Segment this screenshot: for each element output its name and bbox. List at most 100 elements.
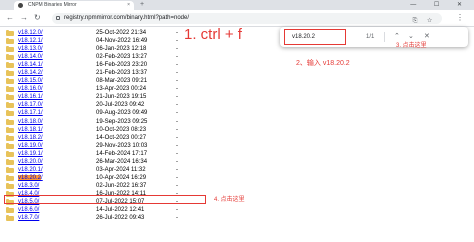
directory-link[interactable]: v18.13.0/ [18,45,43,53]
directory-link[interactable]: v18.20.0/ [18,158,43,166]
file-size: - [176,158,178,165]
folder-icon [6,62,14,69]
directory-link[interactable]: v18.12.0/ [18,29,43,37]
file-size: - [176,207,178,214]
directory-link[interactable]: v18.6.0/ [18,206,39,214]
directory-link[interactable]: v18.14.1/ [18,61,43,69]
modified-date: 26-Mar-2024 16:34 [96,158,148,165]
find-match-highlight: v18.20.2 [18,174,42,181]
folder-icon [6,166,14,173]
tab-title: CNPM Binaries Mirror [28,2,77,8]
file-size: - [176,94,178,101]
modified-date: 14-Feb-2024 17:17 [96,150,148,157]
modified-date: 26-Jul-2022 09:43 [96,215,145,222]
browser-toolbar: ← → ↻ registry.npmmirror.com/binary.html… [0,10,474,27]
result-row-annotation-box [4,195,206,204]
modified-date: 14-Jul-2022 12:41 [96,207,145,214]
directory-link[interactable]: v18.19.1/ [18,150,43,158]
back-icon[interactable]: ← [6,13,14,23]
folder-icon [6,110,14,117]
modified-date: 29-Nov-2023 10:03 [96,142,148,149]
folder-icon [6,78,14,85]
directory-link[interactable]: v18.20.2/ [18,174,43,182]
folder-icon [6,70,14,77]
file-size: - [176,118,178,125]
directory-link[interactable]: v18.7.0/ [18,214,39,222]
folder-icon [6,126,14,133]
file-size: - [176,46,178,53]
folder-icon [6,102,14,109]
folder-icon [6,46,14,53]
directory-link[interactable]: v18.15.0/ [18,77,43,85]
file-size: - [176,126,178,133]
folder-icon [6,150,14,157]
file-size: - [176,38,178,45]
directory-link[interactable]: v18.20.1/ [18,166,43,174]
reload-icon[interactable]: ↻ [34,13,41,23]
directory-link[interactable]: v18.14.0/ [18,53,43,61]
file-size: - [176,62,178,69]
file-size: - [176,215,178,222]
find-separator [384,32,385,42]
file-size: - [176,174,178,181]
step3-label: 3. 点击这里 [396,43,427,49]
directory-link[interactable]: v18.16.0/ [18,85,43,93]
modified-date: 10-Apr-2024 16:29 [96,174,147,181]
modified-date: 25-Oct-2022 21:34 [96,30,147,36]
directory-link[interactable]: v18.18.0/ [18,118,43,126]
file-size: - [176,102,178,109]
folder-icon [6,158,14,165]
directory-link[interactable]: v18.19.0/ [18,142,43,150]
modified-date: 13-Apr-2023 00:24 [96,86,147,93]
find-match-count: 1/1 [366,34,375,40]
browser-tab[interactable]: CNPM Binaries Mirror × [14,1,134,10]
directory-link[interactable]: v18.16.1/ [18,93,43,101]
address-bar[interactable]: registry.npmmirror.com/binary.html?path=… [52,13,442,24]
omnibox-action-icons[interactable]: ⎘ ☆ [413,16,436,27]
file-size: - [176,70,178,77]
modified-date: 03-Apr-2024 11:32 [96,166,146,173]
file-size: - [176,86,178,93]
browser-menu-icon[interactable]: ⋮ [456,13,464,23]
directory-link[interactable]: v18.18.2/ [18,134,43,142]
modified-date: 08-Mar-2023 09:21 [96,78,148,85]
modified-date: 20-Jul-2023 09:42 [96,102,145,109]
tab-close-icon[interactable]: × [127,1,130,10]
favicon-icon [18,3,23,8]
step1-label: 1. ctrl + f [184,26,242,43]
site-info-icon[interactable] [56,16,60,20]
folder-icon [6,94,14,101]
modified-date: 16-Feb-2023 23:20 [96,62,148,69]
window-controls[interactable]: — ☐ ✕ [410,0,470,10]
folder-icon [6,142,14,149]
modified-date: 19-Sep-2023 09:25 [96,118,148,125]
file-size: - [176,150,178,157]
directory-link[interactable]: v18.14.2/ [18,69,43,77]
step4-label: 4. 点击这里 [214,197,245,203]
file-size: - [176,166,178,173]
directory-link-suffix: / [41,174,43,181]
forward-icon[interactable]: → [20,13,28,23]
find-input-annotation-box [284,29,346,45]
folder-icon [6,38,14,45]
directory-link[interactable]: v18.17.1/ [18,109,43,117]
directory-link[interactable]: v18.3.0/ [18,182,39,190]
directory-link[interactable]: v18.17.0/ [18,101,43,109]
file-size: - [176,182,178,189]
file-size: - [176,30,178,36]
file-size: - [176,78,178,85]
folder-icon [6,54,14,61]
modified-date: 04-Nov-2022 16:49 [96,38,148,45]
modified-date: 21-Jun-2023 19:15 [96,94,147,101]
modified-date: 02-Feb-2023 13:27 [96,54,148,61]
new-tab-button[interactable]: + [140,0,144,10]
tab-strip: CNPM Binaries Mirror × + — ☐ ✕ [0,0,474,10]
file-size: - [176,134,178,141]
directory-link[interactable]: v18.12.1/ [18,37,43,45]
directory-link[interactable]: v18.18.1/ [18,126,43,134]
folder-icon [6,134,14,141]
folder-icon [6,174,14,181]
folder-icon [6,215,14,222]
modified-date: 09-Aug-2023 09:49 [96,110,148,117]
modified-date: 14-Oct-2023 00:27 [96,134,147,141]
